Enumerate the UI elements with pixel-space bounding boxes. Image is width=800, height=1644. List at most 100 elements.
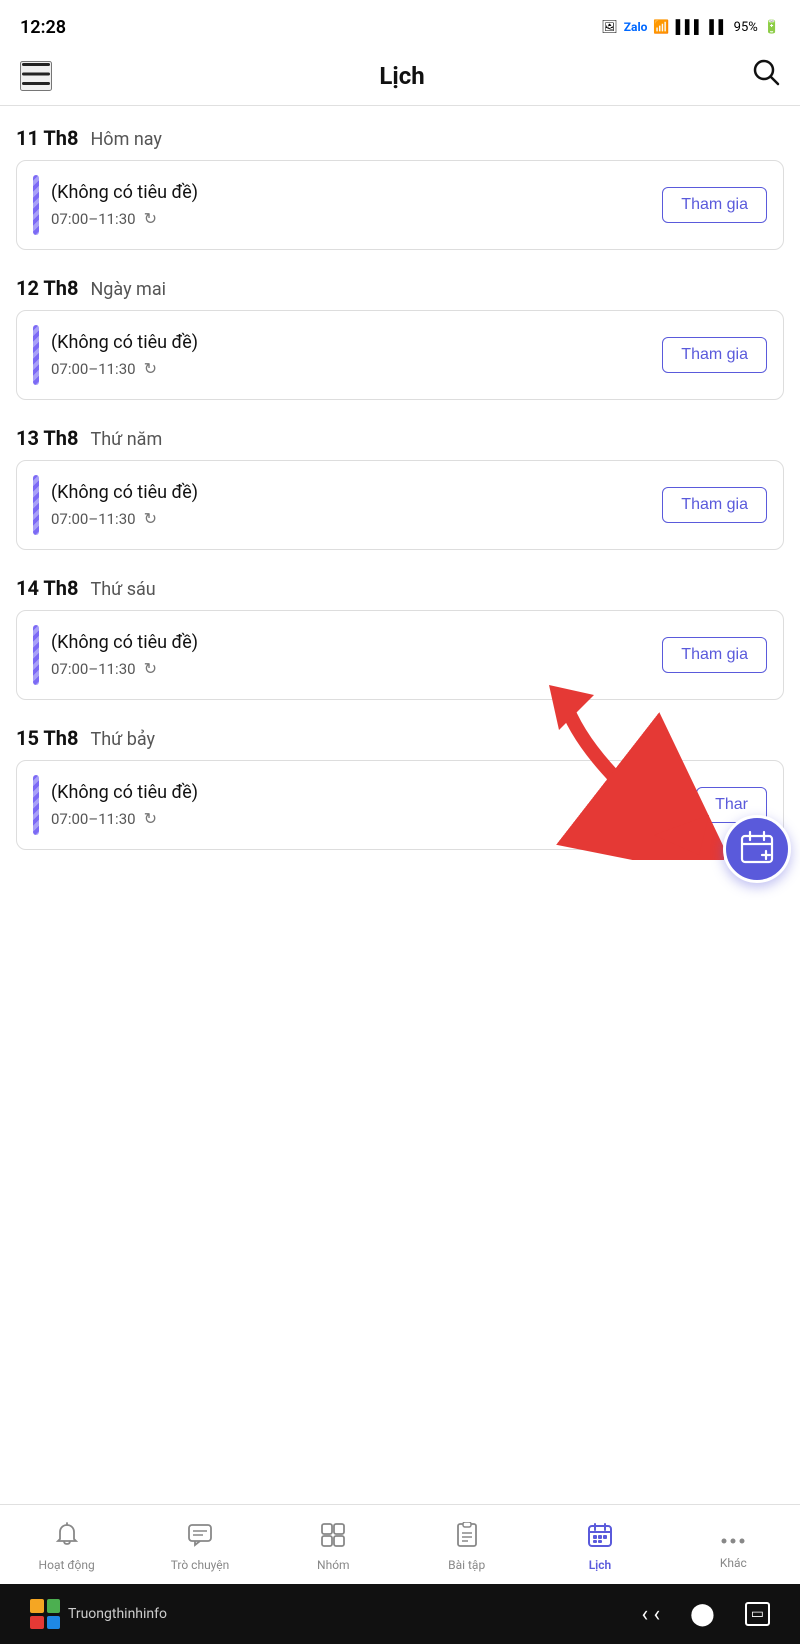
watermark-bar: Truongthinhinfo ‹ ‹ ⬤ ▭ [0,1584,800,1644]
bell-icon [54,1522,80,1554]
watermark-logo: Truongthinhinfo [30,1599,167,1629]
nav-label-hoat-dong: Hoạt động [39,1558,95,1572]
android-recents-icon[interactable]: ▭ [745,1602,770,1626]
event-stripe-1 [33,175,39,235]
date-header-1: 11 Th8 Hôm nay [16,106,784,160]
more-icon [720,1524,746,1552]
group-icon [320,1522,346,1554]
event-title-1: (Không có tiêu đề) [51,182,650,203]
events-section-5: (Không có tiêu đề) 07:00–11:30 ↻ Thar [16,760,784,850]
event-card-1: (Không có tiêu đề) 07:00–11:30 ↻ Tham gi… [16,160,784,250]
event-time-4: 07:00–11:30 ↻ [51,659,650,678]
event-title-4: (Không có tiêu đề) [51,632,650,653]
fab-calendar-plus-icon [739,829,775,870]
date-label-5: Thứ bảy [90,729,155,750]
repeat-icon-4: ↻ [144,659,157,678]
date-main-4: 14 Th8 [16,576,78,600]
signal-icon-2: ▌▌ [709,19,727,35]
repeat-icon-1: ↻ [144,209,157,228]
repeat-icon-5: ↻ [144,809,157,828]
android-nav-bar: ‹ ‹ ⬤ ▭ [641,1602,770,1627]
event-info-4: (Không có tiêu đề) 07:00–11:30 ↻ [51,632,650,678]
event-card-4: (Không có tiêu đề) 07:00–11:30 ↻ Tham gi… [16,610,784,700]
nav-label-lich: Lịch [589,1558,612,1572]
status-time: 12:28 [20,17,66,38]
date-header-4: 14 Th8 Thứ sáu [16,556,784,610]
tham-gia-button-3[interactable]: Tham gia [662,487,767,523]
date-section-4: 14 Th8 Thứ sáu (Không có tiêu đề) 07:00–… [16,556,784,700]
bottom-nav: Hoạt động Trò chuyện Nhóm [0,1504,800,1584]
nav-item-bai-tap[interactable]: Bài tập [400,1522,533,1572]
event-info-1: (Không có tiêu đề) 07:00–11:30 ↻ [51,182,650,228]
date-label-4: Thứ sáu [90,579,155,600]
date-section-5: 15 Th8 Thứ bảy (Khôn [16,706,784,850]
event-stripe-5 [33,775,39,835]
search-button[interactable] [752,58,780,93]
event-card-2: (Không có tiêu đề) 07:00–11:30 ↻ Tham gi… [16,310,784,400]
signal-icon-1: ▌▌▌ [676,19,704,35]
status-icons: 🖼 Zalo 📶 ▌▌▌ ▌▌ 95% 🔋 [601,19,780,35]
repeat-icon-2: ↻ [144,359,157,378]
event-title-2: (Không có tiêu đề) [51,332,650,353]
nav-item-tro-chuyen[interactable]: Trò chuyện [133,1522,266,1572]
repeat-icon-3: ↻ [144,509,157,528]
logo-cell-orange [30,1599,44,1613]
date-main-1: 11 Th8 [16,126,78,150]
zalo-icon: Zalo [624,20,648,34]
tham-gia-button-2[interactable]: Tham gia [662,337,767,373]
nav-item-hoat-dong[interactable]: Hoạt động [0,1522,133,1572]
date-section-2: 12 Th8 Ngày mai (Không có tiêu đề) 07:00… [16,256,784,400]
android-back-icon[interactable]: ‹ ‹ [641,1602,660,1627]
event-stripe-2 [33,325,39,385]
date-header-3: 13 Th8 Thứ năm [16,406,784,460]
nav-label-bai-tap: Bài tập [448,1558,485,1572]
chat-icon [187,1522,213,1554]
logo-cell-blue [47,1616,61,1630]
android-home-icon[interactable]: ⬤ [690,1602,715,1627]
fab-add-event-button[interactable] [723,815,791,883]
status-bar: 12:28 🖼 Zalo 📶 ▌▌▌ ▌▌ 95% 🔋 [0,0,800,50]
top-nav: Lịch [0,50,800,106]
menu-button[interactable] [20,61,52,91]
calendar-icon [587,1522,613,1554]
date-header-2: 12 Th8 Ngày mai [16,256,784,310]
assignment-icon [454,1522,480,1554]
event-time-1: 07:00–11:30 ↻ [51,209,650,228]
date-label-3: Thứ năm [90,429,162,450]
date-main-2: 12 Th8 [16,276,78,300]
battery-icon: 🔋 [764,20,780,35]
page-title: Lịch [379,62,424,90]
event-card-5: (Không có tiêu đề) 07:00–11:30 ↻ Thar [16,760,784,850]
nav-label-khac: Khác [720,1556,747,1570]
logo-cell-green [47,1599,61,1613]
event-card-3: (Không có tiêu đề) 07:00–11:30 ↻ Tham gi… [16,460,784,550]
event-title-5: (Không có tiêu đề) [51,782,684,803]
event-time-5: 07:00–11:30 ↻ [51,809,684,828]
event-stripe-4 [33,625,39,685]
notification-icon: 🖼 [601,20,618,35]
date-label-1: Hôm nay [90,129,161,150]
battery-percent: 95% [734,20,758,35]
wifi-icon: 📶 [653,20,669,35]
nav-item-lich[interactable]: Lịch [533,1522,666,1572]
event-info-2: (Không có tiêu đề) 07:00–11:30 ↻ [51,332,650,378]
event-time-2: 07:00–11:30 ↻ [51,359,650,378]
tham-gia-button-4[interactable]: Tham gia [662,637,767,673]
logo-grid [30,1599,60,1629]
date-main-5: 15 Th8 [16,726,78,750]
date-section-1: 11 Th8 Hôm nay (Không có tiêu đề) 07:00–… [16,106,784,250]
nav-item-nhom[interactable]: Nhóm [267,1522,400,1572]
nav-label-tro-chuyen: Trò chuyện [171,1558,230,1572]
date-main-3: 13 Th8 [16,426,78,450]
event-stripe-3 [33,475,39,535]
logo-cell-red [30,1616,44,1630]
nav-item-khac[interactable]: Khác [667,1524,800,1570]
main-content: 11 Th8 Hôm nay (Không có tiêu đề) 07:00–… [0,106,800,1504]
event-info-5: (Không có tiêu đề) 07:00–11:30 ↻ [51,782,684,828]
watermark-text: Truongthinhinfo [68,1606,167,1622]
event-title-3: (Không có tiêu đề) [51,482,650,503]
tham-gia-button-1[interactable]: Tham gia [662,187,767,223]
date-header-5: 15 Th8 Thứ bảy [16,706,784,760]
date-label-2: Ngày mai [90,279,166,300]
nav-label-nhom: Nhóm [317,1558,350,1572]
